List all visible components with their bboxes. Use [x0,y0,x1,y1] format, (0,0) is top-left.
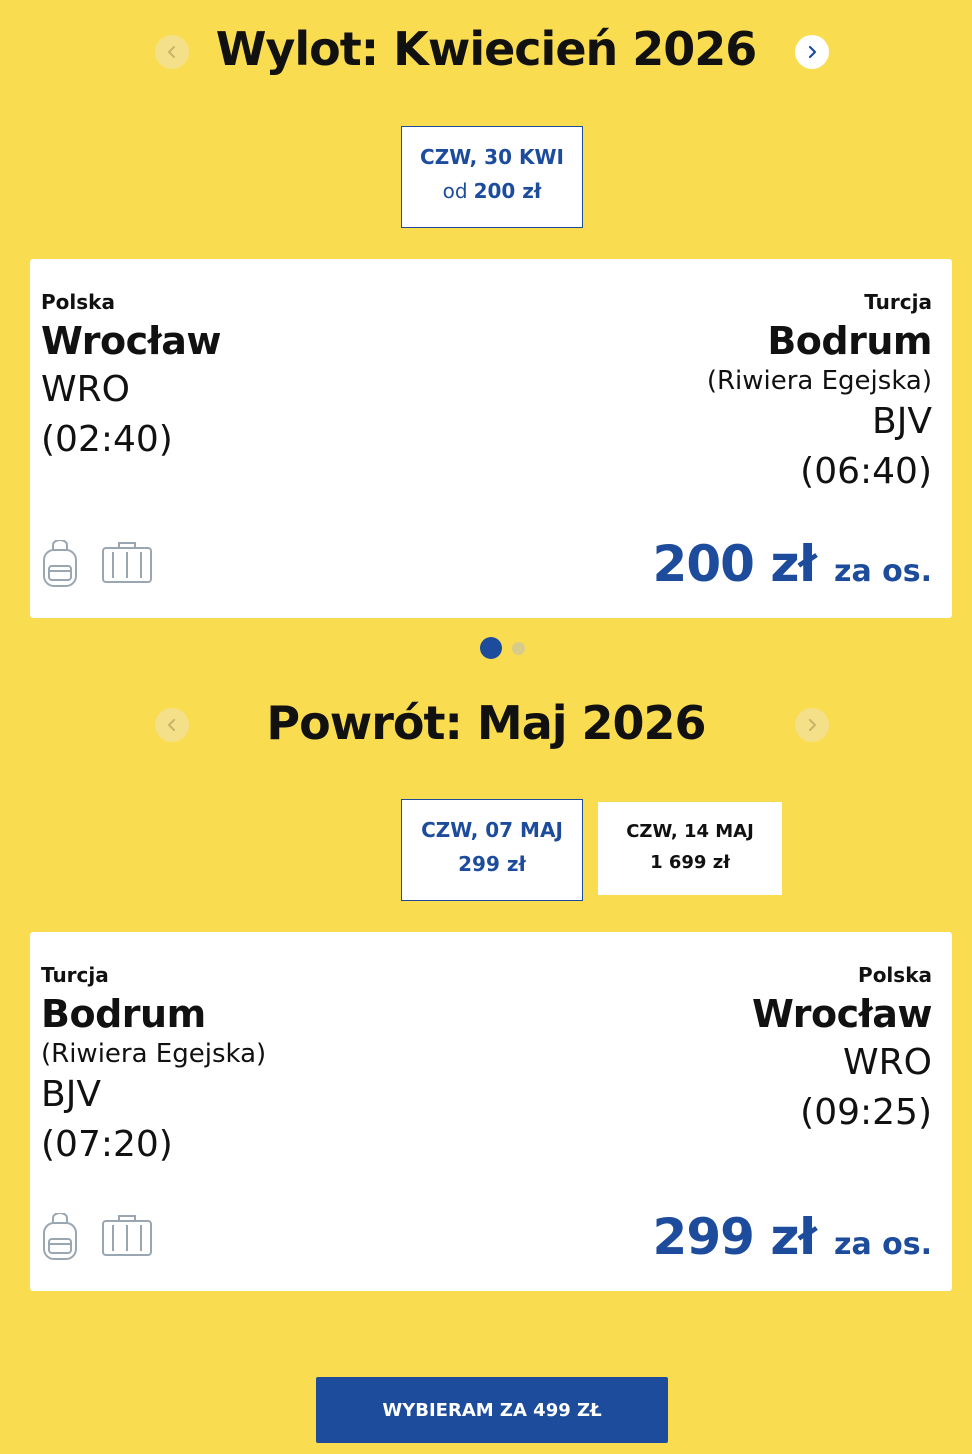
outbound-price: 200 zł za os. [653,535,932,593]
carousel-pagination [480,637,525,659]
return-date-option-selected[interactable]: CZW, 07 MAJ 299 zł [401,799,583,901]
departure-time: (02:40) [41,419,173,460]
chevron-right-icon [808,718,817,732]
chevron-right-icon [808,45,817,59]
destination-code: WRO [843,1042,932,1083]
prev-month-button[interactable] [155,35,189,69]
outbound-destination: Turcja Bodrum (Riwiera Egejska) BJV (06:… [706,290,933,492]
date-label: CZW, 30 KWI [420,145,564,169]
next-month-button[interactable] [795,708,829,742]
suitcase-icon [102,1215,152,1256]
pagination-dot-active[interactable] [480,637,502,659]
origin-code: WRO [41,369,130,410]
chevron-left-icon [167,718,176,732]
outbound-title: Wylot: Kwiecień 2026 [215,22,758,76]
return-title: Powrót: Maj 2026 [266,696,706,750]
destination-code: BJV [872,401,932,442]
origin-country: Turcja [41,963,109,987]
price-amount: 299 zł [652,1208,817,1266]
chevron-left-icon [167,45,176,59]
pagination-dot[interactable] [512,641,525,655]
next-month-button[interactable] [795,35,829,69]
backpack-icon [43,540,77,587]
return-origin: Turcja Bodrum (Riwiera Egejska) BJV (07:… [41,965,266,1163]
destination-country: Turcja [864,290,932,314]
per-person-label: za os. [833,554,932,589]
origin-city: Wrocław [41,319,221,363]
date-price: 1 699 zł [650,852,730,873]
destination-country: Polska [858,963,932,987]
outbound-date-option[interactable]: CZW, 30 KWI od 200 zł [401,126,583,228]
destination-region: (Riwiera Egejska) [706,366,932,396]
select-button[interactable]: WYBIERAM ZA 499 ZŁ [316,1377,668,1443]
return-date-option[interactable]: CZW, 14 MAJ 1 699 zł [598,802,782,895]
price-amount: 200 zł [652,535,817,593]
destination-city: Wrocław [752,992,932,1036]
per-person-label: za os. [833,1227,932,1262]
destination-city: Bodrum [767,319,932,363]
origin-city: Bodrum [41,992,206,1036]
return-baggage-icons [41,1213,153,1261]
origin-code: BJV [41,1074,101,1115]
date-label: CZW, 14 MAJ [626,821,754,842]
price-prefix: od [442,179,468,203]
date-price: 200 zł [473,179,542,203]
return-price: 299 zł za os. [653,1208,932,1266]
prev-month-button[interactable] [155,708,189,742]
date-price: 299 zł [458,852,526,876]
arrival-time: (09:25) [800,1092,932,1133]
date-label: CZW, 07 MAJ [421,818,563,842]
suitcase-icon [102,542,152,583]
arrival-time: (06:40) [800,451,932,492]
origin-country: Polska [41,290,115,314]
departure-time: (07:20) [41,1124,173,1165]
backpack-icon [43,1213,77,1260]
origin-region: (Riwiera Egejska) [41,1039,267,1069]
outbound-origin: Polska Wrocław WRO (02:40) [41,292,221,458]
return-destination: Polska Wrocław WRO (09:25) [752,965,932,1131]
outbound-baggage-icons [41,540,153,588]
